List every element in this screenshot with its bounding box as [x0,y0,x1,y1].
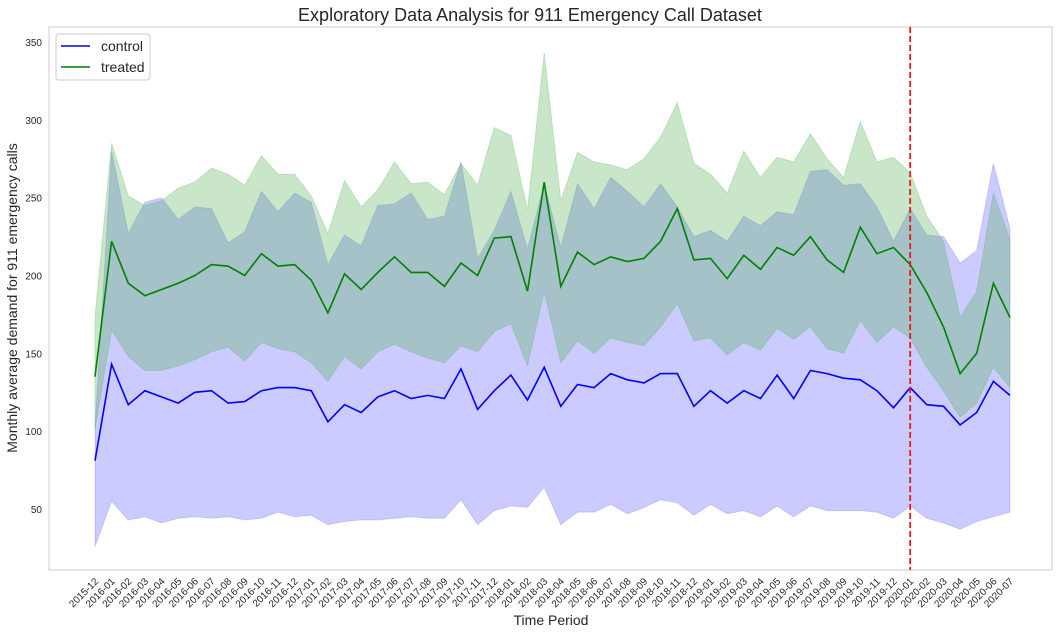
treated-legend-label: treated [101,59,145,75]
y-axis-label: Monthly average demand for 911 emergency… [4,143,20,452]
y-tick-label: 50 [31,505,43,516]
x-axis-label: Time Period [514,612,589,628]
y-tick-label: 100 [25,427,42,438]
legend: control treated [55,33,151,81]
chart-title: Exploratory Data Analysis for 911 Emerge… [298,5,762,25]
chart: Exploratory Data Analysis for 911 Emerge… [4,5,1053,628]
x-axis: 2015-122016-012016-022016-032016-042016-… [67,576,1016,610]
y-tick-label: 200 [25,272,42,283]
y-tick-label: 250 [25,194,42,205]
y-tick-label: 350 [25,38,42,49]
y-tick-label: 150 [25,349,42,360]
control-legend-label: control [101,38,143,54]
y-tick-label: 300 [25,116,42,127]
y-axis: 50 100 150 200 250 300 350 [25,38,42,516]
